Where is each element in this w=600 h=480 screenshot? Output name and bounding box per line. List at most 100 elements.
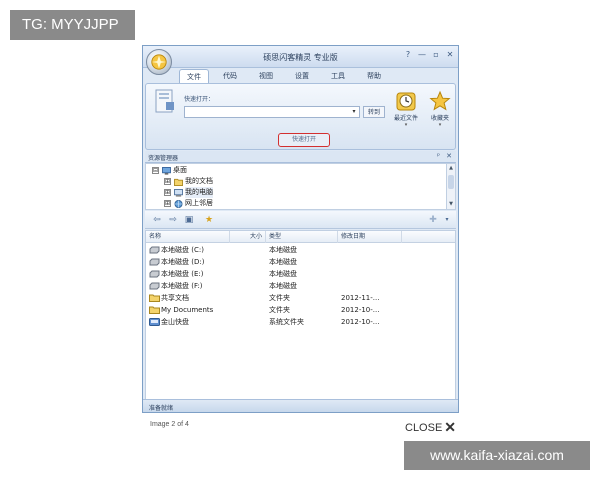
file-type: 本地磁盘 bbox=[269, 246, 297, 254]
tree-item-desktop[interactable]: ⊟ 桌面 bbox=[152, 165, 187, 176]
tree-item-my-documents[interactable]: ⊞ 我的文档 bbox=[164, 176, 213, 187]
folder-icon bbox=[149, 306, 160, 314]
file-name: 本地磁盘 (D:) bbox=[161, 258, 205, 266]
column-header-name[interactable]: 名称 bbox=[146, 231, 230, 243]
column-header-modified[interactable]: 修改日期 bbox=[338, 231, 402, 243]
scroll-up-icon[interactable]: ▲ bbox=[447, 164, 455, 173]
drive-icon bbox=[149, 258, 160, 266]
file-list: 名称 大小 类型 修改日期 本地磁盘 (C:) 本地磁盘 本地磁盘 (D:) 本… bbox=[145, 230, 456, 412]
file-name: 本地磁盘 (F:) bbox=[161, 282, 203, 290]
gallery-close-button[interactable]: CLOSE ✕ bbox=[405, 419, 456, 436]
maximize-button[interactable]: ▫ bbox=[430, 49, 442, 61]
file-name: 本地磁盘 (C:) bbox=[161, 246, 204, 254]
forward-icon[interactable]: ⇨ bbox=[167, 214, 179, 226]
file-type: 系统文件夹 bbox=[269, 318, 304, 326]
file-type: 文件夹 bbox=[269, 294, 290, 302]
tab-settings[interactable]: 设置 bbox=[287, 69, 317, 83]
tree-scrollbar[interactable]: ▲ ▼ bbox=[446, 164, 455, 209]
chevron-down-icon: ▾ bbox=[438, 122, 442, 128]
column-header-type[interactable]: 类型 bbox=[266, 231, 338, 243]
file-type: 文件夹 bbox=[269, 306, 290, 314]
ribbon-tabs: 文件 代码 视图 设置 工具 帮助 bbox=[179, 69, 389, 83]
favorites-label: 收藏夹 bbox=[430, 115, 449, 122]
tree-item-label: 我的文档 bbox=[185, 177, 213, 185]
gallery-close-label: CLOSE bbox=[405, 421, 443, 434]
file-name: 金山快盘 bbox=[161, 318, 189, 326]
chevron-down-icon[interactable]: ▾ bbox=[350, 108, 358, 116]
explorer-header: 资源管理器 ᵖ ✕ bbox=[145, 151, 456, 163]
expand-icon[interactable]: ⊞ bbox=[164, 200, 171, 207]
tg-badge: TG: MYYJJPP bbox=[10, 10, 135, 40]
close-pane-icon[interactable]: ✕ bbox=[446, 152, 452, 160]
status-text: 准备就绪 bbox=[149, 405, 174, 412]
file-type: 本地磁盘 bbox=[269, 282, 297, 290]
recent-files-button[interactable]: 最近文件 ▾ bbox=[390, 90, 422, 128]
my-documents-icon bbox=[174, 178, 183, 186]
table-row[interactable]: 本地磁盘 (F:) 本地磁盘 bbox=[146, 280, 455, 292]
table-row[interactable]: 金山快盘 系统文件夹 2012-10-... bbox=[146, 316, 455, 328]
back-icon[interactable]: ⇦ bbox=[151, 214, 163, 226]
tree-item-label: 网上邻居 bbox=[185, 199, 213, 207]
tab-tools[interactable]: 工具 bbox=[323, 69, 353, 83]
chevron-down-icon[interactable]: ▾ bbox=[441, 214, 453, 226]
column-header-size[interactable]: 大小 bbox=[230, 231, 266, 243]
my-computer-icon bbox=[174, 188, 183, 197]
favorites-button[interactable]: 收藏夹 ▾ bbox=[424, 90, 456, 128]
tree-item-my-computer[interactable]: ⊞ 我的电脑 bbox=[164, 187, 213, 198]
quick-open-input[interactable]: ▾ bbox=[184, 106, 360, 118]
expand-icon[interactable]: ⊞ bbox=[164, 189, 171, 196]
url-banner: www.kaifa-xiazai.com bbox=[404, 441, 590, 470]
help-button[interactable]: ? bbox=[402, 49, 414, 61]
add-icon[interactable]: ✚ bbox=[427, 214, 439, 226]
file-modified: 2012-11-... bbox=[341, 294, 380, 302]
recent-files-label: 最近文件 bbox=[393, 115, 418, 122]
tab-view[interactable]: 视图 bbox=[251, 69, 281, 83]
gallery-caption: Image 2 of 4 bbox=[150, 421, 189, 428]
go-button[interactable]: 转到 bbox=[363, 106, 385, 118]
table-row[interactable]: 本地磁盘 (C:) 本地磁盘 bbox=[146, 244, 455, 256]
quick-open-label: 快速打开： bbox=[184, 96, 215, 103]
ribbon-group-caption: 快速打开 bbox=[278, 133, 330, 147]
add-favorite-star-icon[interactable]: ★ bbox=[203, 214, 215, 226]
file-modified: 2012-10-... bbox=[341, 306, 380, 314]
minimize-button[interactable]: — bbox=[416, 49, 428, 61]
scroll-thumb[interactable] bbox=[448, 175, 454, 189]
tab-file[interactable]: 文件 bbox=[179, 69, 209, 83]
file-name: My Documents bbox=[161, 306, 214, 314]
tree-item-label: 桌面 bbox=[173, 166, 187, 174]
file-name: 共享文档 bbox=[161, 294, 189, 302]
file-type: 本地磁盘 bbox=[269, 270, 297, 278]
tree-item-label: 我的电脑 bbox=[185, 187, 213, 198]
tree-item-network[interactable]: ⊞ 网上邻居 bbox=[164, 198, 213, 209]
drive-icon bbox=[149, 270, 160, 278]
window-controls: ? — ▫ ✕ bbox=[402, 49, 456, 61]
clock-icon bbox=[396, 92, 416, 111]
pin-icon[interactable]: ᵖ bbox=[437, 152, 440, 160]
collapse-icon[interactable]: ⊟ bbox=[152, 167, 159, 174]
status-bar: 准备就绪 bbox=[143, 399, 458, 412]
scroll-down-icon[interactable]: ▼ bbox=[447, 200, 455, 209]
view-mode-icon[interactable]: ▣ bbox=[183, 214, 195, 226]
close-icon: ✕ bbox=[444, 419, 457, 435]
table-row[interactable]: 共享文档 文件夹 2012-11-... bbox=[146, 292, 455, 304]
explorer-toolbar: ⇦ ⇨ ▣ ★ ✚ ▾ bbox=[145, 211, 456, 229]
ribbon-panel: 快速打开： ▾ 转到 最近文件 ▾ 收藏夹 ▾ 快速打开 bbox=[145, 83, 456, 150]
folder-icon bbox=[149, 294, 160, 302]
star-icon bbox=[429, 90, 451, 111]
desktop-icon bbox=[162, 166, 171, 175]
drive-icon bbox=[149, 246, 160, 254]
tab-code[interactable]: 代码 bbox=[215, 69, 245, 83]
title-bar: 硕思闪客精灵 专业版 ? — ▫ ✕ bbox=[143, 46, 458, 68]
close-window-button[interactable]: ✕ bbox=[444, 49, 456, 61]
file-modified: 2012-10-... bbox=[341, 318, 380, 326]
expand-icon[interactable]: ⊞ bbox=[164, 178, 171, 185]
file-list-header: 名称 大小 类型 修改日期 bbox=[146, 231, 455, 243]
tab-help[interactable]: 帮助 bbox=[359, 69, 389, 83]
table-row[interactable]: 本地磁盘 (E:) 本地磁盘 bbox=[146, 268, 455, 280]
table-row[interactable]: My Documents 文件夹 2012-10-... bbox=[146, 304, 455, 316]
folder-tree: ⊟ 桌面 ⊞ 我的文档 ⊞ 我的电脑 ⊞ 网上邻居 ▲ ▼ bbox=[145, 163, 456, 210]
table-row[interactable]: 本地磁盘 (D:) 本地磁盘 bbox=[146, 256, 455, 268]
file-name: 本地磁盘 (E:) bbox=[161, 270, 204, 278]
app-orb-button[interactable] bbox=[146, 49, 172, 75]
cloud-drive-icon bbox=[149, 318, 160, 326]
